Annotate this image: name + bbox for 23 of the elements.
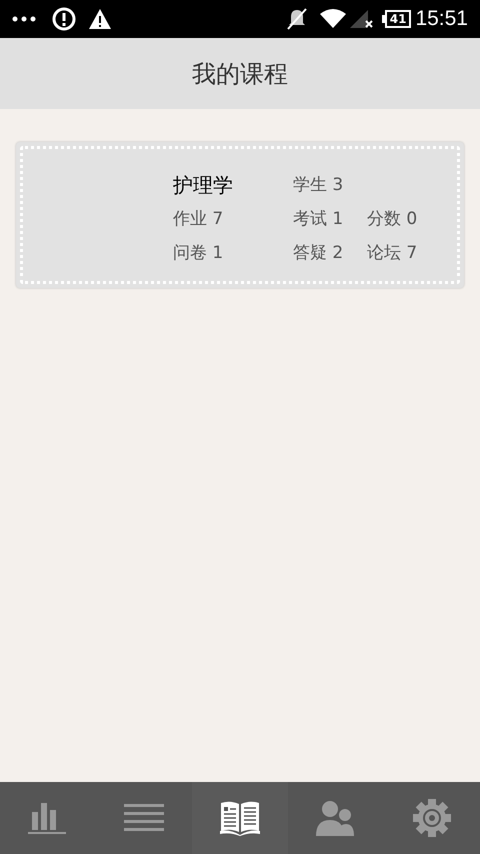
wifi-icon xyxy=(320,9,346,29)
course-stat: 分数 0 xyxy=(367,208,418,231)
menu-icon xyxy=(124,802,164,834)
settings-icon xyxy=(412,798,452,838)
muted-bell-icon xyxy=(286,8,308,30)
course-stat: 答疑 2 xyxy=(293,242,344,265)
page-title: 我的课程 xyxy=(192,58,288,90)
no-signal-icon xyxy=(350,8,374,30)
clock: 15:51 xyxy=(415,6,468,32)
course-stat: 学生 3 xyxy=(293,174,344,197)
warning-icon xyxy=(88,8,112,30)
battery-level: 41 xyxy=(384,10,412,28)
course-card[interactable]: 护理学 学生 3 作业 7 考试 1 分数 0 问卷 1 答疑 2 论坛 7 xyxy=(16,142,464,288)
course-stat: 作业 7 xyxy=(173,208,224,231)
open-book-icon xyxy=(220,800,260,836)
more-icon xyxy=(12,16,36,22)
course-stat: 问卷 1 xyxy=(173,242,224,265)
course-stat: 论坛 7 xyxy=(367,242,418,265)
course-stat: 考试 1 xyxy=(293,208,344,231)
users-icon xyxy=(316,798,356,838)
course-name: 护理学 xyxy=(173,173,234,197)
sync-alert-icon xyxy=(52,7,76,31)
nav-tab[interactable] xyxy=(192,782,288,854)
